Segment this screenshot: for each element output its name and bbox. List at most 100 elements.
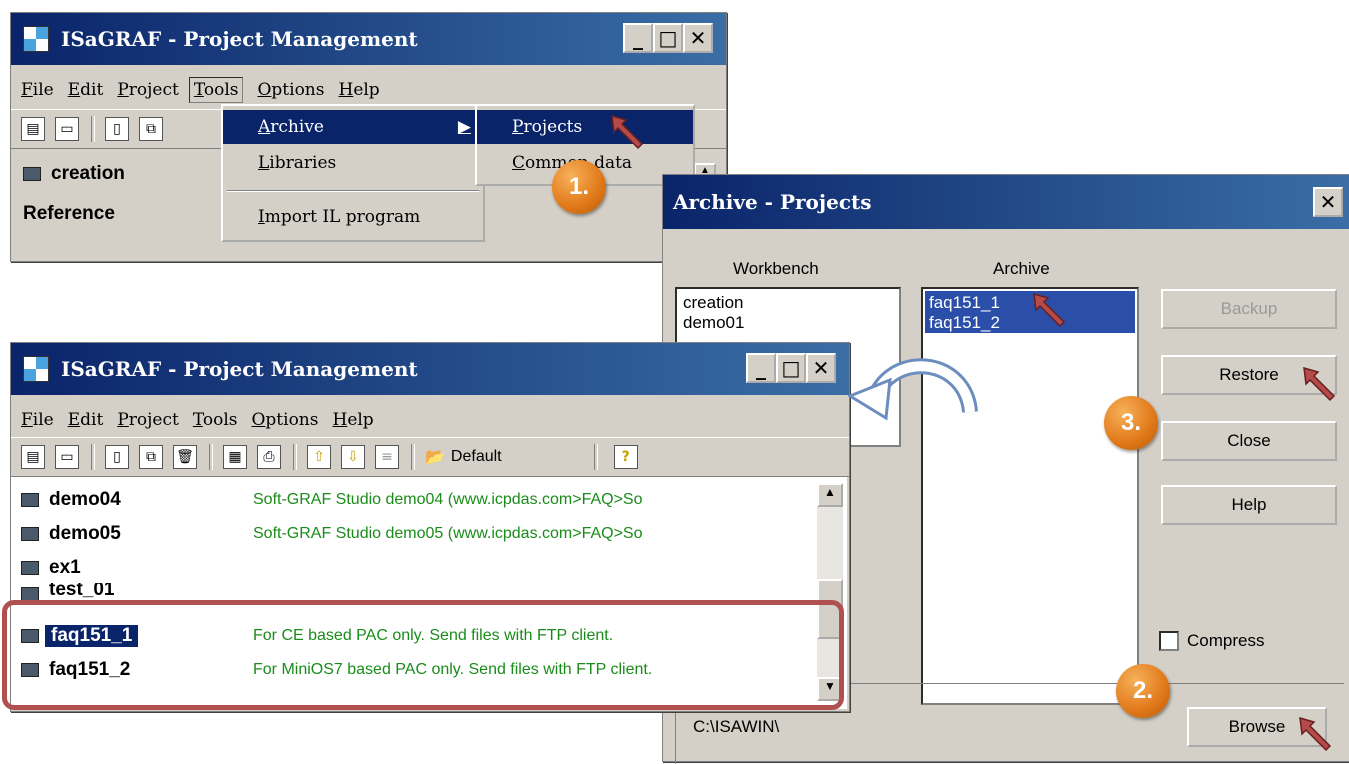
archive-item[interactable]: faq151_1 (929, 293, 1000, 313)
highlight-box (2, 600, 844, 710)
maximize-button[interactable]: □ (653, 23, 683, 53)
path-text: C:\ISAWIN\ (693, 717, 780, 736)
menu-help[interactable]: Help (332, 410, 373, 430)
close-dialog-button[interactable]: Close (1161, 421, 1337, 461)
project-name: demo05 (49, 523, 121, 544)
archive-label: Archive (993, 259, 1050, 278)
toolbar-separator (209, 444, 213, 470)
submenu-item-projects[interactable]: Projects (477, 110, 693, 144)
menu-item-import-il[interactable]: Import IL program (223, 200, 483, 234)
folder-icon: 📂 (425, 449, 445, 466)
cursor-arrow-icon (611, 114, 644, 150)
backup-button[interactable]: Backup (1161, 289, 1337, 329)
toolbar-separator (411, 444, 415, 470)
isagraf-icon (23, 356, 49, 382)
menu-project[interactable]: Project (117, 80, 179, 100)
close-button[interactable]: ✕ (683, 23, 713, 53)
project-row[interactable]: test_01 (21, 583, 115, 601)
menu-divider (227, 190, 479, 192)
workbench-item[interactable]: demo01 (683, 313, 744, 333)
bottom-menubar: File Edit Project Tools Options Help (11, 403, 849, 437)
curved-arrow-icon (848, 358, 978, 421)
default-folder-button[interactable]: 📂 Default (425, 447, 502, 467)
cursor-arrow-icon (1299, 716, 1332, 752)
sort-icon[interactable]: ≡ (375, 445, 399, 469)
callout-2: 2. (1116, 664, 1170, 718)
comment-icon[interactable]: ▭ (55, 117, 79, 141)
comment-icon[interactable]: ▭ (55, 445, 79, 469)
scroll-up-arrow[interactable]: ▲ (817, 483, 843, 507)
compress-checkbox[interactable] (1159, 631, 1179, 651)
delete-icon[interactable]: 🗑 (173, 445, 197, 469)
menu-project[interactable]: Project (117, 410, 179, 430)
project-row[interactable]: demo05 Soft-GRAF Studio demo05 (www.icpd… (21, 519, 643, 549)
copy-icon[interactable]: ⧉ (139, 445, 163, 469)
new-icon[interactable]: ▯ (105, 445, 129, 469)
project-desc: Soft-GRAF Studio demo05 (www.icpdas.com>… (253, 525, 643, 542)
isagraf-icon (23, 26, 49, 52)
cursor-arrow-icon (1303, 366, 1336, 402)
project-row[interactable]: ex1 (21, 553, 81, 583)
menu-item-libraries[interactable]: Libraries (223, 146, 483, 180)
help-question-icon[interactable]: ? (613, 445, 638, 469)
menu-help[interactable]: Help (338, 80, 379, 100)
callout-1: 1. (552, 160, 606, 214)
project-name: test_01 (49, 583, 115, 600)
project-row[interactable]: demo04 Soft-GRAF Studio demo04 (www.icpd… (21, 485, 643, 515)
top-window-title: ISaGRAF - Project Management (61, 27, 418, 51)
close-button[interactable]: ✕ (806, 353, 836, 383)
move-up-icon[interactable]: ⇧ (307, 445, 331, 469)
archive-title-bar[interactable]: Archive - Projects ✕ (663, 175, 1349, 229)
toolbar-separator (293, 444, 297, 470)
menu-edit[interactable]: Edit (68, 410, 104, 430)
toolbar-separator (91, 444, 95, 470)
project-icon (21, 493, 39, 507)
top-menubar: File Edit Project Tools Options Help (11, 73, 726, 107)
project-name: ex1 (49, 557, 81, 578)
archive-close-button[interactable]: ✕ (1313, 187, 1343, 217)
bottom-title-bar[interactable]: ISaGRAF - Project Management _ □ ✕ (11, 343, 849, 395)
project-icon (23, 167, 41, 181)
maximize-button[interactable]: □ (776, 353, 806, 383)
project-desc: Soft-GRAF Studio demo04 (www.icpdas.com>… (253, 491, 643, 508)
archive-dialog-title: Archive - Projects (673, 190, 872, 214)
menu-file[interactable]: File (21, 80, 54, 100)
minimize-button[interactable]: _ (746, 353, 776, 383)
bottom-window-title: ISaGRAF - Project Management (61, 357, 418, 381)
move-down-icon[interactable]: ⇩ (341, 445, 365, 469)
help-button[interactable]: Help (1161, 485, 1337, 525)
minimize-button[interactable]: _ (623, 23, 653, 53)
menu-edit[interactable]: Edit (68, 80, 104, 100)
dictionary-icon[interactable]: ▦ (223, 445, 247, 469)
menu-tools[interactable]: Tools (193, 410, 238, 430)
toolbar-separator (91, 116, 95, 142)
top-title-bar[interactable]: ISaGRAF - Project Management _ □ ✕ (11, 13, 726, 65)
workbench-item[interactable]: creation (683, 293, 743, 313)
reference-label: Reference (23, 203, 115, 224)
menu-options[interactable]: Options (251, 410, 318, 430)
menu-options[interactable]: Options (257, 80, 324, 100)
tools-menu: Archive ▶ Libraries Import IL program (221, 104, 485, 242)
cursor-arrow-icon (1033, 292, 1066, 328)
compress-label: Compress (1187, 631, 1265, 650)
menu-file[interactable]: File (21, 410, 54, 430)
archive-item[interactable]: faq151_2 (929, 313, 1000, 333)
print-icon[interactable]: ⎙ (257, 445, 281, 469)
menu-item-archive[interactable]: Archive ▶ (223, 110, 483, 144)
toolbar-separator (593, 444, 598, 470)
workbench-label: Workbench (733, 259, 819, 278)
project-icon (21, 587, 39, 601)
project-name: demo04 (49, 489, 121, 510)
new-icon[interactable]: ▯ (105, 117, 129, 141)
copy-icon[interactable]: ⧉ (139, 117, 163, 141)
project-icon (21, 561, 39, 575)
properties-icon[interactable]: ▤ (21, 117, 45, 141)
project-icon (21, 527, 39, 541)
top-project-name: creation (51, 163, 125, 184)
bottom-toolbar: ▤ ▭ ▯ ⧉ 🗑 ▦ ⎙ ⇧ ⇩ ≡ 📂 Default ? (11, 437, 849, 477)
default-label: Default (450, 448, 502, 465)
menu-tools[interactable]: Tools (188, 77, 244, 103)
callout-3: 3. (1104, 396, 1158, 450)
top-project-row[interactable]: creation (23, 161, 125, 187)
properties-icon[interactable]: ▤ (21, 445, 45, 469)
